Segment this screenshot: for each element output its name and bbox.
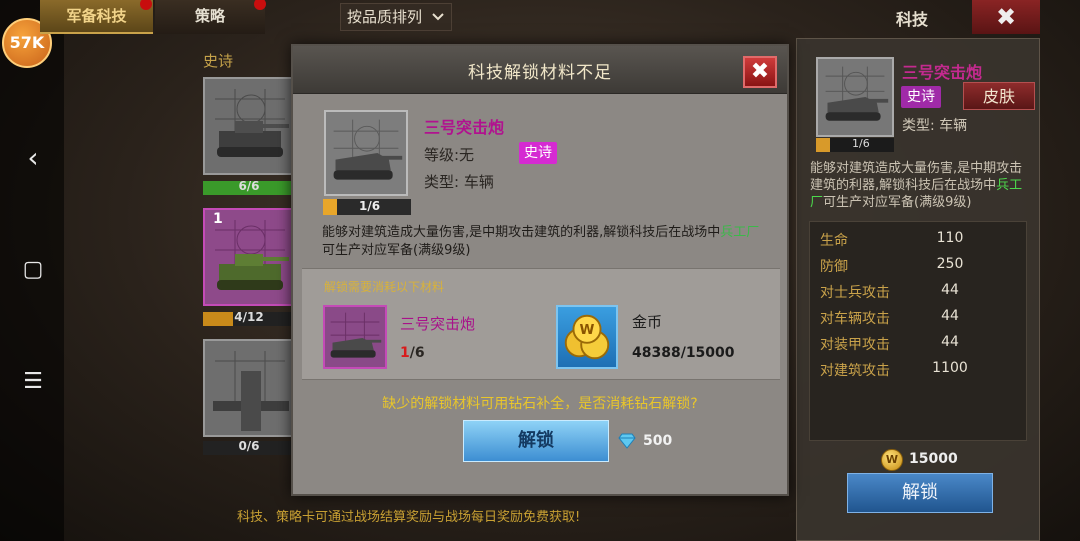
stat-value: 44 bbox=[941, 334, 959, 350]
desc-text: 可生产对应军备(满级9级) bbox=[823, 195, 972, 210]
stat-value: 44 bbox=[941, 282, 959, 298]
stat-label: 对车辆攻击 bbox=[820, 311, 890, 327]
material-card-thumbnail bbox=[323, 305, 387, 369]
desc-text: 可生产对应军备(满级9级) bbox=[322, 243, 471, 258]
stat-label: 生命 bbox=[820, 233, 848, 249]
stat-row: 防御 250 bbox=[820, 256, 1020, 282]
gold-coins-icon: W bbox=[564, 314, 610, 360]
tab-military-tech[interactable]: 军备科技 bbox=[40, 0, 153, 34]
sort-label: 按品质排列 bbox=[347, 8, 423, 26]
materials-label: 解锁需要消耗以下材料 bbox=[324, 280, 445, 294]
close-button[interactable]: ✖ bbox=[972, 0, 1040, 34]
diamond-cost: 500 bbox=[643, 433, 673, 449]
stat-label: 对士兵攻击 bbox=[820, 285, 890, 301]
coin-count: 48388/15000 bbox=[632, 345, 735, 361]
unlock-button[interactable]: 解锁 bbox=[847, 473, 993, 513]
coin-name: 金币 bbox=[632, 313, 663, 331]
tech-description: 能够对建筑造成大量伤害,是中期攻击建筑的利器,解锁科技后在战场中兵工厂可生产对应… bbox=[322, 224, 772, 260]
tech-card[interactable]: 1 bbox=[203, 208, 295, 306]
tech-card[interactable] bbox=[203, 77, 295, 175]
tech-card[interactable] bbox=[203, 339, 295, 437]
tech-type: 类型: 车辆 bbox=[902, 118, 968, 134]
tab-strategy[interactable]: 策略 bbox=[155, 0, 265, 34]
desc-text: 能够对建筑造成大量伤害,是中期攻击建筑的利器,解锁科技后在战场中 bbox=[322, 225, 721, 240]
tech-thumbnail bbox=[816, 57, 894, 137]
tech-thumbnail bbox=[324, 110, 408, 196]
material-count: 1/6 bbox=[400, 345, 425, 361]
coin-icon: W bbox=[881, 449, 903, 471]
card-progress-bar: 6/6 bbox=[203, 179, 295, 195]
aircraft-icon bbox=[205, 341, 293, 435]
diamond-icon bbox=[618, 433, 636, 449]
tech-description: 能够对建筑造成大量伤害,是中期攻击建筑的利器,解锁科技后在战场中兵工厂可生产对应… bbox=[810, 160, 1032, 211]
card-progress-bar: 0/6 bbox=[203, 439, 295, 455]
system-nav-bar: 57K ‹ ▢ ☰ bbox=[0, 0, 64, 541]
tech-level: 等级:无 bbox=[424, 146, 475, 164]
stat-label: 对建筑攻击 bbox=[820, 363, 890, 379]
desc-text: 能够对建筑造成大量伤害,是中期攻击建筑的利器,解锁科技后在战场中 bbox=[810, 161, 1023, 193]
insufficient-materials-dialog: 科技解锁材料不足 ✖ 1/6 三号突击炮 等级:无 史诗 类型: 车辆 能够对建… bbox=[291, 44, 789, 496]
stat-value: 1100 bbox=[932, 360, 968, 376]
tech-progress-bar: 1/6 bbox=[816, 137, 894, 152]
materials-section: 解锁需要消耗以下材料 三号突击炮 1/6 W 金币 48388/15000 bbox=[302, 268, 780, 380]
tank-icon bbox=[205, 79, 293, 173]
unlock-cost: 15000 bbox=[909, 451, 958, 467]
tech-progress-fill bbox=[816, 138, 830, 152]
stat-row: 对建筑攻击 1100 bbox=[820, 360, 1020, 386]
diamond-prompt: 缺少的解锁材料可用钻石补全，是否消耗钻石解锁? bbox=[382, 396, 698, 412]
stat-label: 对装甲攻击 bbox=[820, 337, 890, 353]
material-need: /6 bbox=[409, 345, 425, 361]
card-progress-text: 0/6 bbox=[238, 439, 260, 453]
back-icon[interactable]: ‹ bbox=[18, 143, 48, 173]
svg-text:W: W bbox=[580, 322, 595, 338]
bottom-hint-text: 科技、策略卡可通过战场结算奖励与战场每日奖励免费获取! bbox=[237, 510, 581, 525]
sort-dropdown[interactable]: 按品质排列 bbox=[340, 3, 452, 31]
desc-highlight: 兵工厂 bbox=[720, 225, 760, 240]
stat-row: 对士兵攻击 44 bbox=[820, 282, 1020, 308]
stat-row: 对车辆攻击 44 bbox=[820, 308, 1020, 334]
stat-value: 44 bbox=[941, 308, 959, 324]
menu-icon[interactable]: ☰ bbox=[18, 367, 48, 397]
assault-gun-icon bbox=[326, 112, 406, 194]
stat-value: 110 bbox=[936, 230, 964, 246]
tech-detail-panel: 1/6 三号突击炮 史诗 皮肤 类型: 车辆 能够对建筑造成大量伤害,是中期攻击… bbox=[796, 38, 1040, 541]
card-badge: 1 bbox=[213, 211, 223, 227]
tech-type: 类型: 车辆 bbox=[424, 173, 494, 191]
skin-button[interactable]: 皮肤 bbox=[963, 82, 1035, 110]
gold-coin-thumbnail: W bbox=[556, 305, 618, 369]
tech-progress-text: 1/6 bbox=[852, 137, 870, 150]
card-progress-text: 6/6 bbox=[238, 179, 260, 193]
card-progress-text: 4/12 bbox=[234, 310, 264, 324]
material-have: 1 bbox=[400, 345, 410, 361]
stats-table: 生命 110 防御 250 对士兵攻击 44 对车辆攻击 44 对装甲攻击 44 对建筑攻… bbox=[809, 221, 1027, 441]
assault-gun-icon bbox=[325, 307, 385, 367]
dialog-close-button[interactable]: ✖ bbox=[743, 56, 777, 88]
dialog-title: 科技解锁材料不足 bbox=[468, 63, 612, 83]
tech-name: 三号突击炮 bbox=[902, 63, 983, 82]
dialog-header: 科技解锁材料不足 ✖ bbox=[293, 46, 787, 94]
card-progress-bar: 4/12 bbox=[203, 310, 295, 326]
stat-row: 对装甲攻击 44 bbox=[820, 334, 1020, 360]
page-title: 科技 bbox=[896, 10, 929, 29]
rarity-badge: 史诗 bbox=[519, 142, 557, 164]
stat-row: 生命 110 bbox=[820, 230, 1020, 256]
tech-progress-fill bbox=[323, 199, 337, 215]
material-name: 三号突击炮 bbox=[400, 315, 476, 333]
rarity-heading: 史诗 bbox=[203, 52, 234, 70]
stat-value: 250 bbox=[936, 256, 964, 272]
tech-name: 三号突击炮 bbox=[424, 118, 505, 137]
assault-gun-icon bbox=[818, 59, 892, 135]
home-icon[interactable]: ▢ bbox=[18, 255, 48, 285]
tech-progress-text: 1/6 bbox=[359, 199, 381, 213]
tech-progress-bar: 1/6 bbox=[323, 199, 411, 215]
diamond-unlock-button[interactable]: 解锁 bbox=[463, 420, 609, 462]
chevron-down-icon bbox=[432, 13, 444, 21]
stat-label: 防御 bbox=[820, 259, 848, 275]
rarity-badge: 史诗 bbox=[901, 86, 941, 108]
